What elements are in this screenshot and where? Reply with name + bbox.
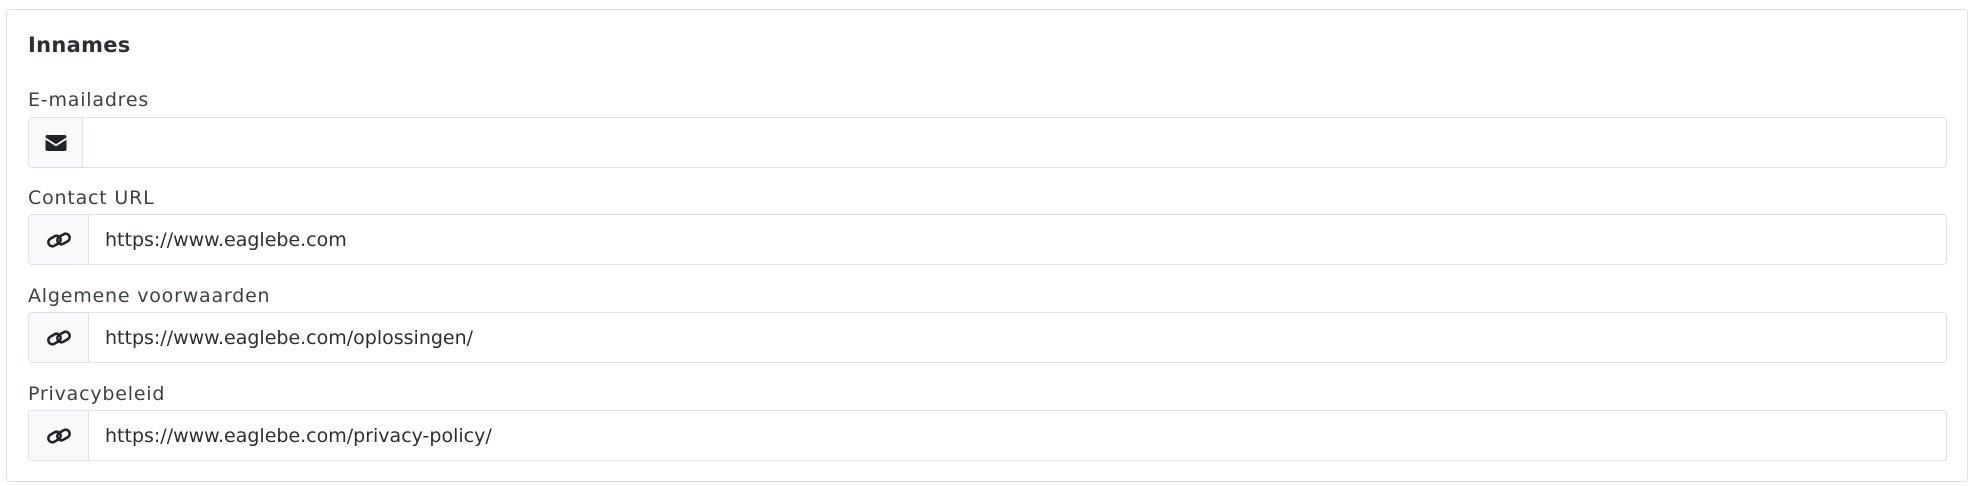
envelope-icon [45, 134, 66, 151]
email-label: E-mailadres [28, 89, 150, 111]
contact-url-label: Contact URL [28, 187, 155, 209]
terms-addon [29, 313, 89, 362]
privacy-input-group [28, 410, 1947, 461]
contact-url-input-group [28, 214, 1947, 265]
section-title: Innames [28, 33, 131, 57]
contact-url-field[interactable] [89, 215, 1946, 264]
privacy-url-field[interactable] [89, 411, 1946, 460]
email-field[interactable] [83, 118, 1946, 167]
email-addon [29, 118, 83, 167]
terms-input-group [28, 312, 1947, 363]
contact-url-addon [29, 215, 89, 264]
innames-card: Innames E-mailadres Contact URL Algemene… [6, 9, 1968, 482]
link-icon [46, 231, 71, 248]
email-input-group [28, 117, 1947, 168]
terms-url-field[interactable] [89, 313, 1946, 362]
link-icon [46, 329, 71, 346]
privacy-label: Privacybeleid [28, 383, 166, 405]
link-icon [46, 427, 71, 444]
privacy-addon [29, 411, 89, 460]
terms-label: Algemene voorwaarden [28, 285, 271, 307]
